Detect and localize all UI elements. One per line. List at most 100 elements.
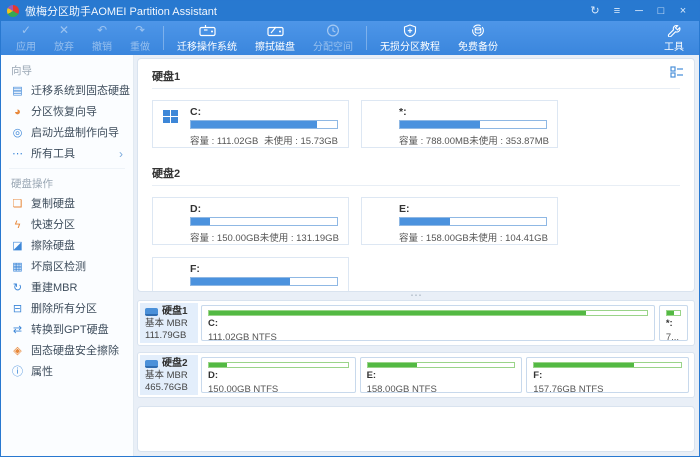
clock-icon: [326, 23, 340, 37]
allocate-space-button[interactable]: 分配空间: [304, 21, 362, 55]
map-partition-c[interactable]: C: 111.02GB NTFS: [201, 305, 655, 341]
map-partition-e[interactable]: E: 158.00GB NTFS: [359, 357, 523, 393]
redo-button[interactable]: ↷ 重做: [121, 21, 159, 55]
migrate-os-label: 迁移操作系统: [177, 41, 237, 53]
partition-card-star[interactable]: *: 容量 : 788.00MB 未使用 : 353.87MB: [361, 100, 558, 148]
migrate-os-button[interactable]: 迁移操作系统: [168, 21, 246, 55]
ellipsis-icon: ⋯: [12, 148, 23, 160]
window-controls: ↻ ≡ ─ □ ×: [585, 3, 693, 19]
sidebar-item-delete-all-partitions[interactable]: ⊟ 删除所有分区: [1, 299, 133, 320]
allocate-space-label: 分配空间: [313, 41, 353, 53]
splitter-handle[interactable]: ⋯: [137, 289, 695, 301]
view-toggle-button[interactable]: [668, 63, 686, 81]
usage-bar: [208, 310, 648, 316]
usage-bar: [665, 310, 682, 316]
map-partition-f[interactable]: F: 157.76GB NTFS: [526, 357, 689, 393]
sidebar-item-label: 属性: [31, 366, 53, 378]
maximize-icon[interactable]: □: [651, 3, 671, 19]
sidebar-item-migrate-to-ssd[interactable]: ▤ 迁移系统到固态硬盘: [1, 81, 133, 102]
partition-card-e[interactable]: E: 容量 : 158.00GB 未使用 : 104.41GB: [361, 197, 558, 245]
sidebar-item-copy-disk[interactable]: ❏ 复制硬盘: [1, 194, 133, 215]
lightning-icon: ϟ: [14, 219, 21, 231]
sidebar-item-label: 固态硬盘安全擦除: [31, 345, 119, 357]
sidebar-item-label: 重建MBR: [31, 282, 78, 294]
rebuild-icon: ↻: [12, 282, 23, 294]
shield-plus-icon: [403, 23, 417, 37]
partition-label: E:: [366, 370, 377, 381]
sidebar-item-all-tools[interactable]: ⋯ 所有工具 ›: [1, 144, 133, 165]
usage-bar: [190, 277, 338, 286]
menu-icon[interactable]: ≡: [607, 3, 627, 19]
undo-icon: ↶: [96, 22, 108, 37]
chevron-right-icon: ›: [119, 147, 123, 161]
cancel-circle-icon: ✕: [58, 22, 70, 37]
tools-label: 工具: [664, 41, 684, 53]
disk-size: 465.76GB: [145, 382, 188, 393]
tools-button[interactable]: 工具: [655, 21, 693, 55]
usage-bar-fill: [191, 278, 291, 285]
partition-card-d[interactable]: D: 容量 : 150.00GB 未使用 : 131.19GB: [152, 197, 349, 245]
sidebar-item-label: 分区恢复向导: [31, 106, 97, 118]
usage-bar: [208, 362, 349, 368]
apply-button[interactable]: ✓ 应用: [7, 21, 45, 55]
sidebar-item-ssd-secure-erase[interactable]: ◈ 固态硬盘安全擦除: [1, 341, 133, 362]
refresh-icon[interactable]: ↻: [585, 3, 605, 19]
disk-size: 111.79GB: [145, 330, 187, 341]
disk2-info-cell[interactable]: 硬盘2 基本 MBR 465.76GB: [140, 355, 198, 395]
check-icon: ✓: [20, 22, 32, 37]
drive-letter: C:: [190, 106, 202, 118]
apply-label: 应用: [16, 41, 36, 53]
redo-label: 重做: [130, 41, 150, 53]
pie-wizard-icon: ◕: [14, 106, 21, 118]
disk-map-row-1: 硬盘1 基本 MBR 111.79GB C: 111.02GB NTFS *: …: [137, 300, 695, 346]
partition-label: *:: [665, 318, 673, 329]
usage-bar: [190, 217, 338, 226]
wipe-disk-button[interactable]: 擦拭磁盘: [246, 21, 304, 55]
disk2-partitions: D: 150.00GB NTFS E: 158.00GB NTFS F: 157…: [198, 355, 692, 395]
partition-card-f[interactable]: F: 容量 : 157.76GB 未使用 : 50.12GB: [152, 257, 349, 291]
discard-button[interactable]: ✕ 放弃: [45, 21, 83, 55]
partition-card-c[interactable]: C: 容量 : 111.02GB 未使用 : 15.73GB: [152, 100, 349, 148]
toolbar: ✓ 应用 ✕ 放弃 ↶ 撤销 ↷ 重做 迁移操作系统 擦拭磁盘 分配空间 无损分…: [1, 21, 699, 55]
drive-icon: [372, 107, 390, 142]
undo-button[interactable]: ↶ 撤销: [83, 21, 121, 55]
sidebar-item-quick-partition[interactable]: ϟ 快速分区: [1, 215, 133, 236]
app-logo-icon: [7, 5, 19, 17]
sidebar-item-bootable-media[interactable]: ◎ 启动光盘制作向导: [1, 123, 133, 144]
sidebar-item-label: 快速分区: [31, 219, 75, 231]
sidebar-item-partition-recovery[interactable]: ◕ 分区恢复向导: [1, 102, 133, 123]
usage-bar-fill: [209, 363, 227, 367]
sidebar-item-bad-sector-test[interactable]: ▦ 坏扇区检测: [1, 257, 133, 278]
sidebar-item-label: 所有工具: [31, 148, 75, 160]
disk1-info-cell[interactable]: 硬盘1 基本 MBR 111.79GB: [140, 303, 198, 343]
pending-operations-panel: [137, 406, 695, 452]
sidebar-item-properties[interactable]: ⓘ 属性: [1, 362, 133, 383]
close-icon[interactable]: ×: [673, 3, 693, 19]
map-partition-d[interactable]: D: 150.00GB NTFS: [201, 357, 356, 393]
backup-button[interactable]: 免费备份: [449, 21, 507, 55]
app-body: 向导 ▤ 迁移系统到固态硬盘 ◕ 分区恢复向导 ◎ 启动光盘制作向导 ⋯ 所有工…: [1, 55, 699, 456]
main-area: 硬盘1 C: 容量 : 111.02GB 未使用 : 15.73GB *: 容量…: [134, 55, 699, 456]
sidebar-item-label: 删除所有分区: [31, 303, 97, 315]
convert-arrows-icon: ⇄: [12, 324, 23, 336]
secure-erase-icon: ◈: [13, 345, 22, 357]
sidebar-item-convert-to-gpt[interactable]: ⇄ 转换到GPT硬盘: [1, 320, 133, 341]
migrate-ssd-icon: ▤: [12, 85, 23, 97]
disk1-cards: C: 容量 : 111.02GB 未使用 : 15.73GB *: 容量: 7…: [152, 89, 562, 160]
wrench-icon: [667, 24, 681, 37]
minimize-icon[interactable]: ─: [629, 3, 649, 19]
sidebar-item-rebuild-mbr[interactable]: ↻ 重建MBR: [1, 278, 133, 299]
usage-bar-fill: [367, 363, 418, 367]
disk-ops-section-title: 硬盘操作: [11, 178, 53, 190]
partition-label: F:: [533, 370, 543, 381]
tutorial-button[interactable]: 无损分区教程: [371, 21, 449, 55]
sidebar-divider: [9, 168, 125, 169]
eraser-icon: ◪: [12, 240, 23, 252]
backup-icon: [471, 24, 485, 37]
map-partition-star[interactable]: *: 7...: [658, 305, 689, 341]
sidebar-item-label: 复制硬盘: [31, 198, 75, 210]
usage-bar-fill: [400, 218, 450, 225]
undo-label: 撤销: [92, 41, 112, 53]
usage-bar-fill: [400, 121, 481, 128]
sidebar-item-wipe-disk[interactable]: ◪ 擦除硬盘: [1, 236, 133, 257]
